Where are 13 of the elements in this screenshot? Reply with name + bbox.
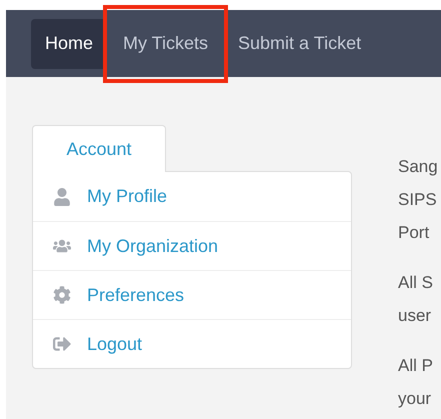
paragraph-text: your: [398, 388, 432, 410]
paragraph-text: Port: [398, 222, 430, 244]
nav-tab[interactable]: Submit a Ticket: [224, 18, 376, 68]
menu-link[interactable]: Preferences: [87, 282, 184, 308]
paragraph-text: SIPS: [398, 189, 438, 211]
paragraph-text: All S: [398, 272, 434, 294]
menu-link[interactable]: Logout: [87, 330, 142, 358]
account-tab[interactable]: Account: [32, 125, 166, 172]
menu-link[interactable]: My Profile: [87, 183, 168, 210]
paragraph-text: user: [398, 305, 432, 327]
paragraph-text: All P: [398, 355, 434, 377]
paragraph-text: Sang: [398, 156, 438, 178]
menu-link[interactable]: My Organization: [87, 232, 218, 260]
